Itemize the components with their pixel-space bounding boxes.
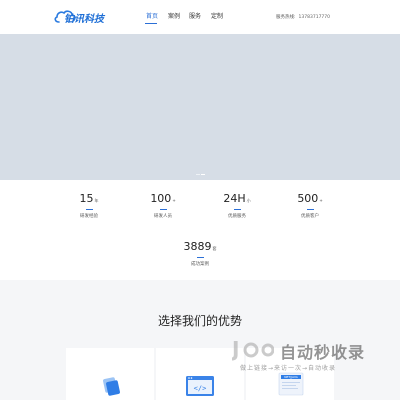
- advantage-card[interactable]: </>: [156, 348, 244, 400]
- stat-number: 15: [79, 192, 94, 205]
- watermark: J 自动秒收录 做上链接→来访一次→自动收录: [232, 337, 392, 377]
- stat-label: 成功案例: [191, 262, 209, 267]
- logo[interactable]: 铂讯科技: [54, 9, 104, 25]
- stat-label: 优质服务: [228, 214, 246, 219]
- nav-item-services[interactable]: 服务: [189, 11, 201, 20]
- code-window-icon: </>: [186, 376, 214, 396]
- hotline-number[interactable]: 13783717770: [299, 15, 331, 20]
- stat-number: 3889: [183, 240, 212, 253]
- hotline-label: 服务热线:: [276, 15, 296, 20]
- stat-service: 24H小 优质服务: [217, 192, 257, 219]
- stat-unit: 套: [212, 246, 217, 251]
- hotline: 服务热线: 13783717770: [276, 14, 330, 20]
- banner-dot[interactable]: [196, 174, 200, 175]
- logo-text: 铂讯科技: [64, 14, 104, 25]
- svg-text:J: J: [232, 337, 239, 361]
- nav-item-cases[interactable]: 案例: [168, 11, 180, 20]
- hero-banner[interactable]: [0, 34, 400, 180]
- stats-section: 15年 研发经验 100+ 研发人员 24H小 优质服务 500+ 优质客户 3…: [0, 180, 400, 280]
- stat-label: 研发经验: [80, 214, 98, 219]
- nav-active-indicator: [145, 23, 157, 24]
- stat-number: 24H: [223, 192, 246, 205]
- stat-label: 研发人员: [154, 214, 172, 219]
- banner-dot-active[interactable]: [201, 174, 205, 175]
- svg-text:</>: </>: [194, 385, 207, 393]
- banner-pagination: [196, 174, 206, 176]
- stat-divider: [233, 209, 241, 210]
- stat-clients: 500+ 优质客户: [290, 192, 330, 219]
- watermark-logo-icon: J: [232, 337, 274, 361]
- watermark-title: 自动秒收录: [280, 343, 366, 362]
- stat-divider: [159, 209, 167, 210]
- stat-cases: 3889套 成功案例: [180, 240, 220, 267]
- puzzle-icon: [103, 377, 120, 396]
- stat-divider: [85, 209, 93, 210]
- advantage-card[interactable]: [66, 348, 154, 400]
- stat-label: 优质客户: [301, 214, 319, 219]
- stat-unit: +: [172, 198, 176, 203]
- stat-divider: [196, 257, 204, 258]
- stat-divider: [306, 209, 314, 210]
- nav-item-home[interactable]: 首页: [146, 11, 158, 20]
- stat-number: 500: [297, 192, 319, 205]
- stat-unit: 小: [246, 198, 251, 203]
- watermark-subtitle: 做上链接→来访一次→自动收录: [240, 365, 337, 372]
- site-header: 铂讯科技 首页 案例 服务 定制 服务热线: 13783717770: [0, 0, 400, 34]
- stat-unit: +: [319, 198, 323, 203]
- stat-staff: 100+ 研发人员: [143, 192, 183, 219]
- stat-unit: 年: [94, 198, 99, 203]
- section-title: 选择我们的优势: [157, 314, 242, 328]
- stat-experience: 15年 研发经验: [69, 192, 109, 219]
- stat-number: 100: [150, 192, 172, 205]
- nav-item-custom[interactable]: 定制: [211, 11, 223, 20]
